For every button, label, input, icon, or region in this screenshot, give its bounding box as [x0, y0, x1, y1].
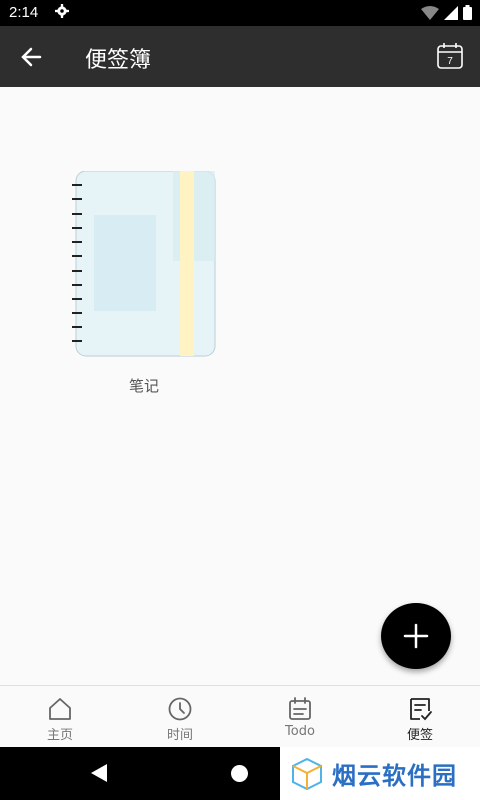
nav-item-time[interactable]: 时间: [120, 686, 240, 747]
clock-icon: [168, 697, 192, 721]
nav-item-home[interactable]: 主页: [0, 686, 120, 747]
note-icon: [410, 698, 432, 721]
system-home-button[interactable]: [231, 765, 248, 782]
page-title: 便签簿: [85, 48, 152, 73]
status-icons: [421, 5, 472, 20]
nav-label-note: 便签: [406, 728, 433, 743]
watermark-text: 烟云软件园: [332, 762, 457, 790]
todo-icon: [289, 697, 311, 720]
settings-gear-icon: [55, 4, 69, 18]
nav-item-todo[interactable]: Todo: [240, 686, 360, 747]
watermark-logo-icon: [292, 757, 322, 790]
add-notebook-button[interactable]: [381, 603, 451, 669]
app-bar: 便签簿 7: [0, 26, 480, 87]
signal-icon: [444, 5, 458, 20]
status-time: 2:14: [9, 4, 39, 21]
plus-icon: [403, 623, 429, 649]
wifi-icon: [421, 5, 439, 20]
notebook-grid: 笔记: [0, 87, 480, 685]
back-arrow-icon[interactable]: [16, 42, 46, 72]
watermark: 烟云软件园: [280, 747, 480, 800]
calendar-button[interactable]: 7: [436, 42, 464, 70]
bottom-nav: 主页 时间 Todo 便签: [0, 685, 480, 747]
system-back-icon[interactable]: [90, 763, 108, 783]
nav-label-time: 时间: [166, 728, 193, 743]
notebook-cover-icon: [72, 170, 216, 357]
battery-icon: [463, 5, 472, 20]
nav-item-note[interactable]: 便签: [360, 686, 480, 747]
nav-label-todo: Todo: [285, 724, 315, 739]
notebook-card[interactable]: [70, 170, 218, 359]
notebook-label: 笔记: [128, 377, 159, 395]
calendar-icon: 7: [437, 43, 463, 69]
status-bar: 2:14: [0, 0, 480, 26]
home-icon: [49, 698, 71, 720]
nav-label-home: 主页: [46, 728, 73, 743]
calendar-day: 7: [447, 56, 453, 67]
